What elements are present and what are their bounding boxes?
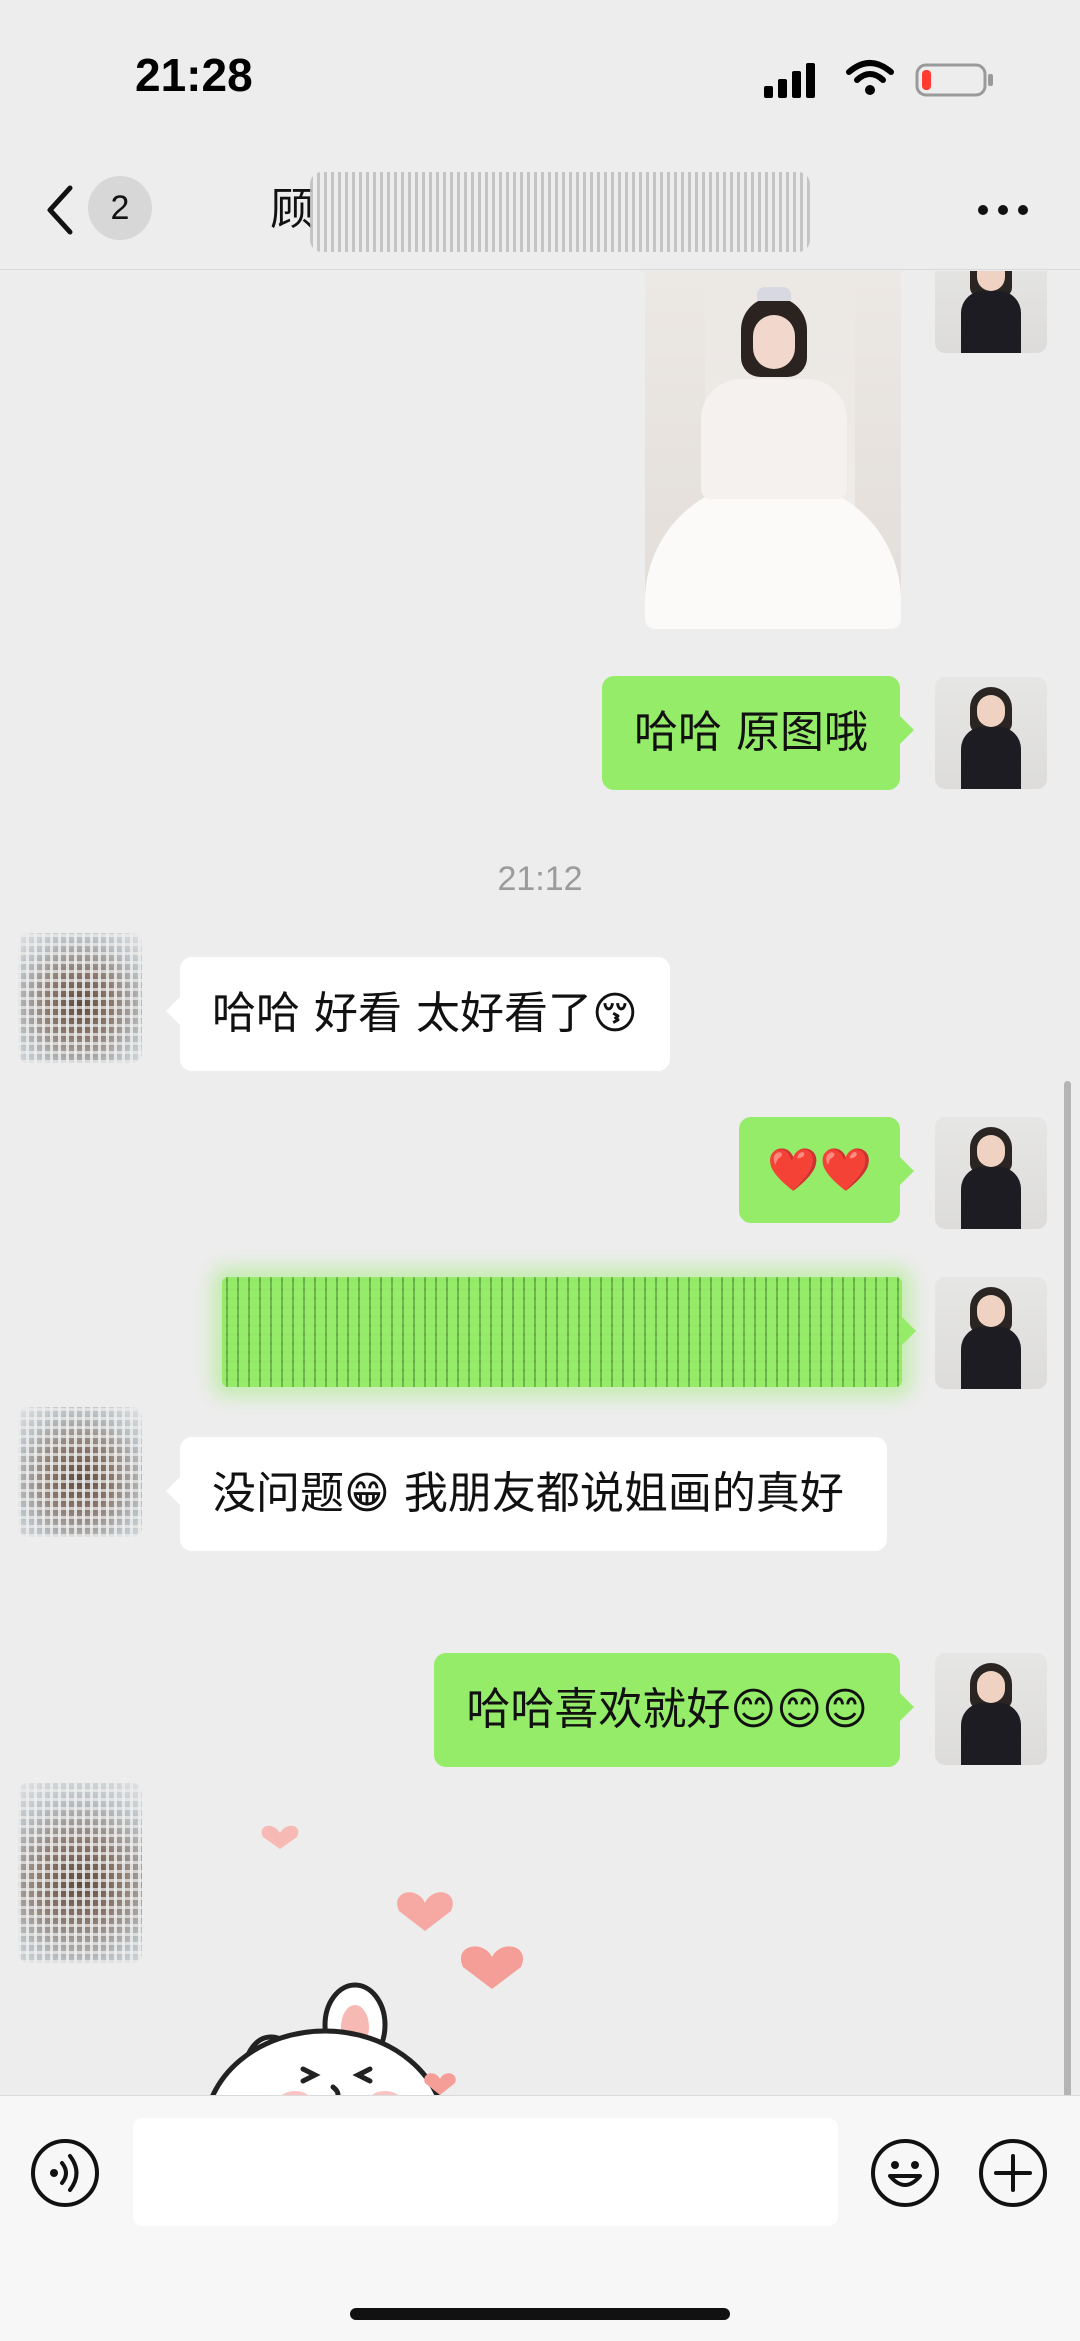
home-indicator[interactable] — [350, 2308, 730, 2320]
my-avatar[interactable] — [935, 271, 1047, 353]
message-text: ❤️❤️ — [767, 1145, 872, 1194]
voice-icon[interactable] — [30, 2138, 100, 2208]
contact-avatar[interactable] — [18, 1407, 142, 1537]
input-bar — [0, 2095, 1080, 2341]
emoji-icon[interactable] — [870, 2138, 940, 2208]
contact-avatar[interactable] — [18, 1783, 142, 1963]
my-avatar[interactable] — [935, 1277, 1047, 1389]
my-avatar[interactable] — [935, 677, 1047, 789]
redacted-message-bubble[interactable] — [222, 1277, 916, 1387]
unread-count-badge[interactable]: 2 — [88, 176, 152, 240]
back-chevron-icon[interactable] — [40, 180, 80, 240]
contact-avatar[interactable] — [18, 933, 142, 1063]
outgoing-message-bubble[interactable]: 哈哈 原图哦 — [602, 676, 914, 790]
chat-header: 2 顾 — [0, 150, 1080, 270]
message-timestamp: 21:12 — [497, 860, 583, 898]
my-avatar[interactable] — [935, 1117, 1047, 1229]
plus-icon[interactable] — [978, 2138, 1048, 2208]
scrollbar[interactable] — [1064, 1081, 1071, 2095]
redacted-title-blur — [310, 172, 810, 252]
message-input[interactable] — [133, 2118, 838, 2226]
battery-icon — [915, 63, 993, 97]
outgoing-message-bubble[interactable]: 哈哈喜欢就好😊😊😊 — [434, 1653, 914, 1767]
message-list[interactable]: 哈哈 原图哦 21:12 哈哈 好看 太好看了😚 ❤️❤️ 没问题😁 我朋友都说… — [0, 271, 1080, 2095]
more-dots-icon[interactable] — [975, 198, 1031, 222]
status-bar: 21:28 — [0, 0, 1080, 150]
photo-message[interactable] — [645, 271, 901, 629]
bunny-sticker[interactable] — [185, 1811, 545, 2095]
incoming-message-bubble[interactable]: 哈哈 好看 太好看了😚 — [166, 957, 670, 1071]
message-text: 哈哈 原图哦 — [634, 707, 868, 758]
incoming-message-bubble[interactable]: 没问题😁 我朋友都说姐画的真好 — [166, 1437, 887, 1551]
message-text: 没问题😁 我朋友都说姐画的真好 — [212, 1468, 844, 1519]
my-avatar[interactable] — [935, 1653, 1047, 1765]
message-text: 哈哈喜欢就好😊😊😊 — [466, 1684, 868, 1735]
status-time: 21:28 — [135, 49, 253, 101]
wifi-icon — [846, 60, 894, 95]
cellular-signal-icon — [764, 63, 815, 98]
message-text: 哈哈 好看 太好看了😚 — [212, 988, 638, 1039]
outgoing-message-bubble[interactable]: ❤️❤️ — [739, 1117, 914, 1223]
